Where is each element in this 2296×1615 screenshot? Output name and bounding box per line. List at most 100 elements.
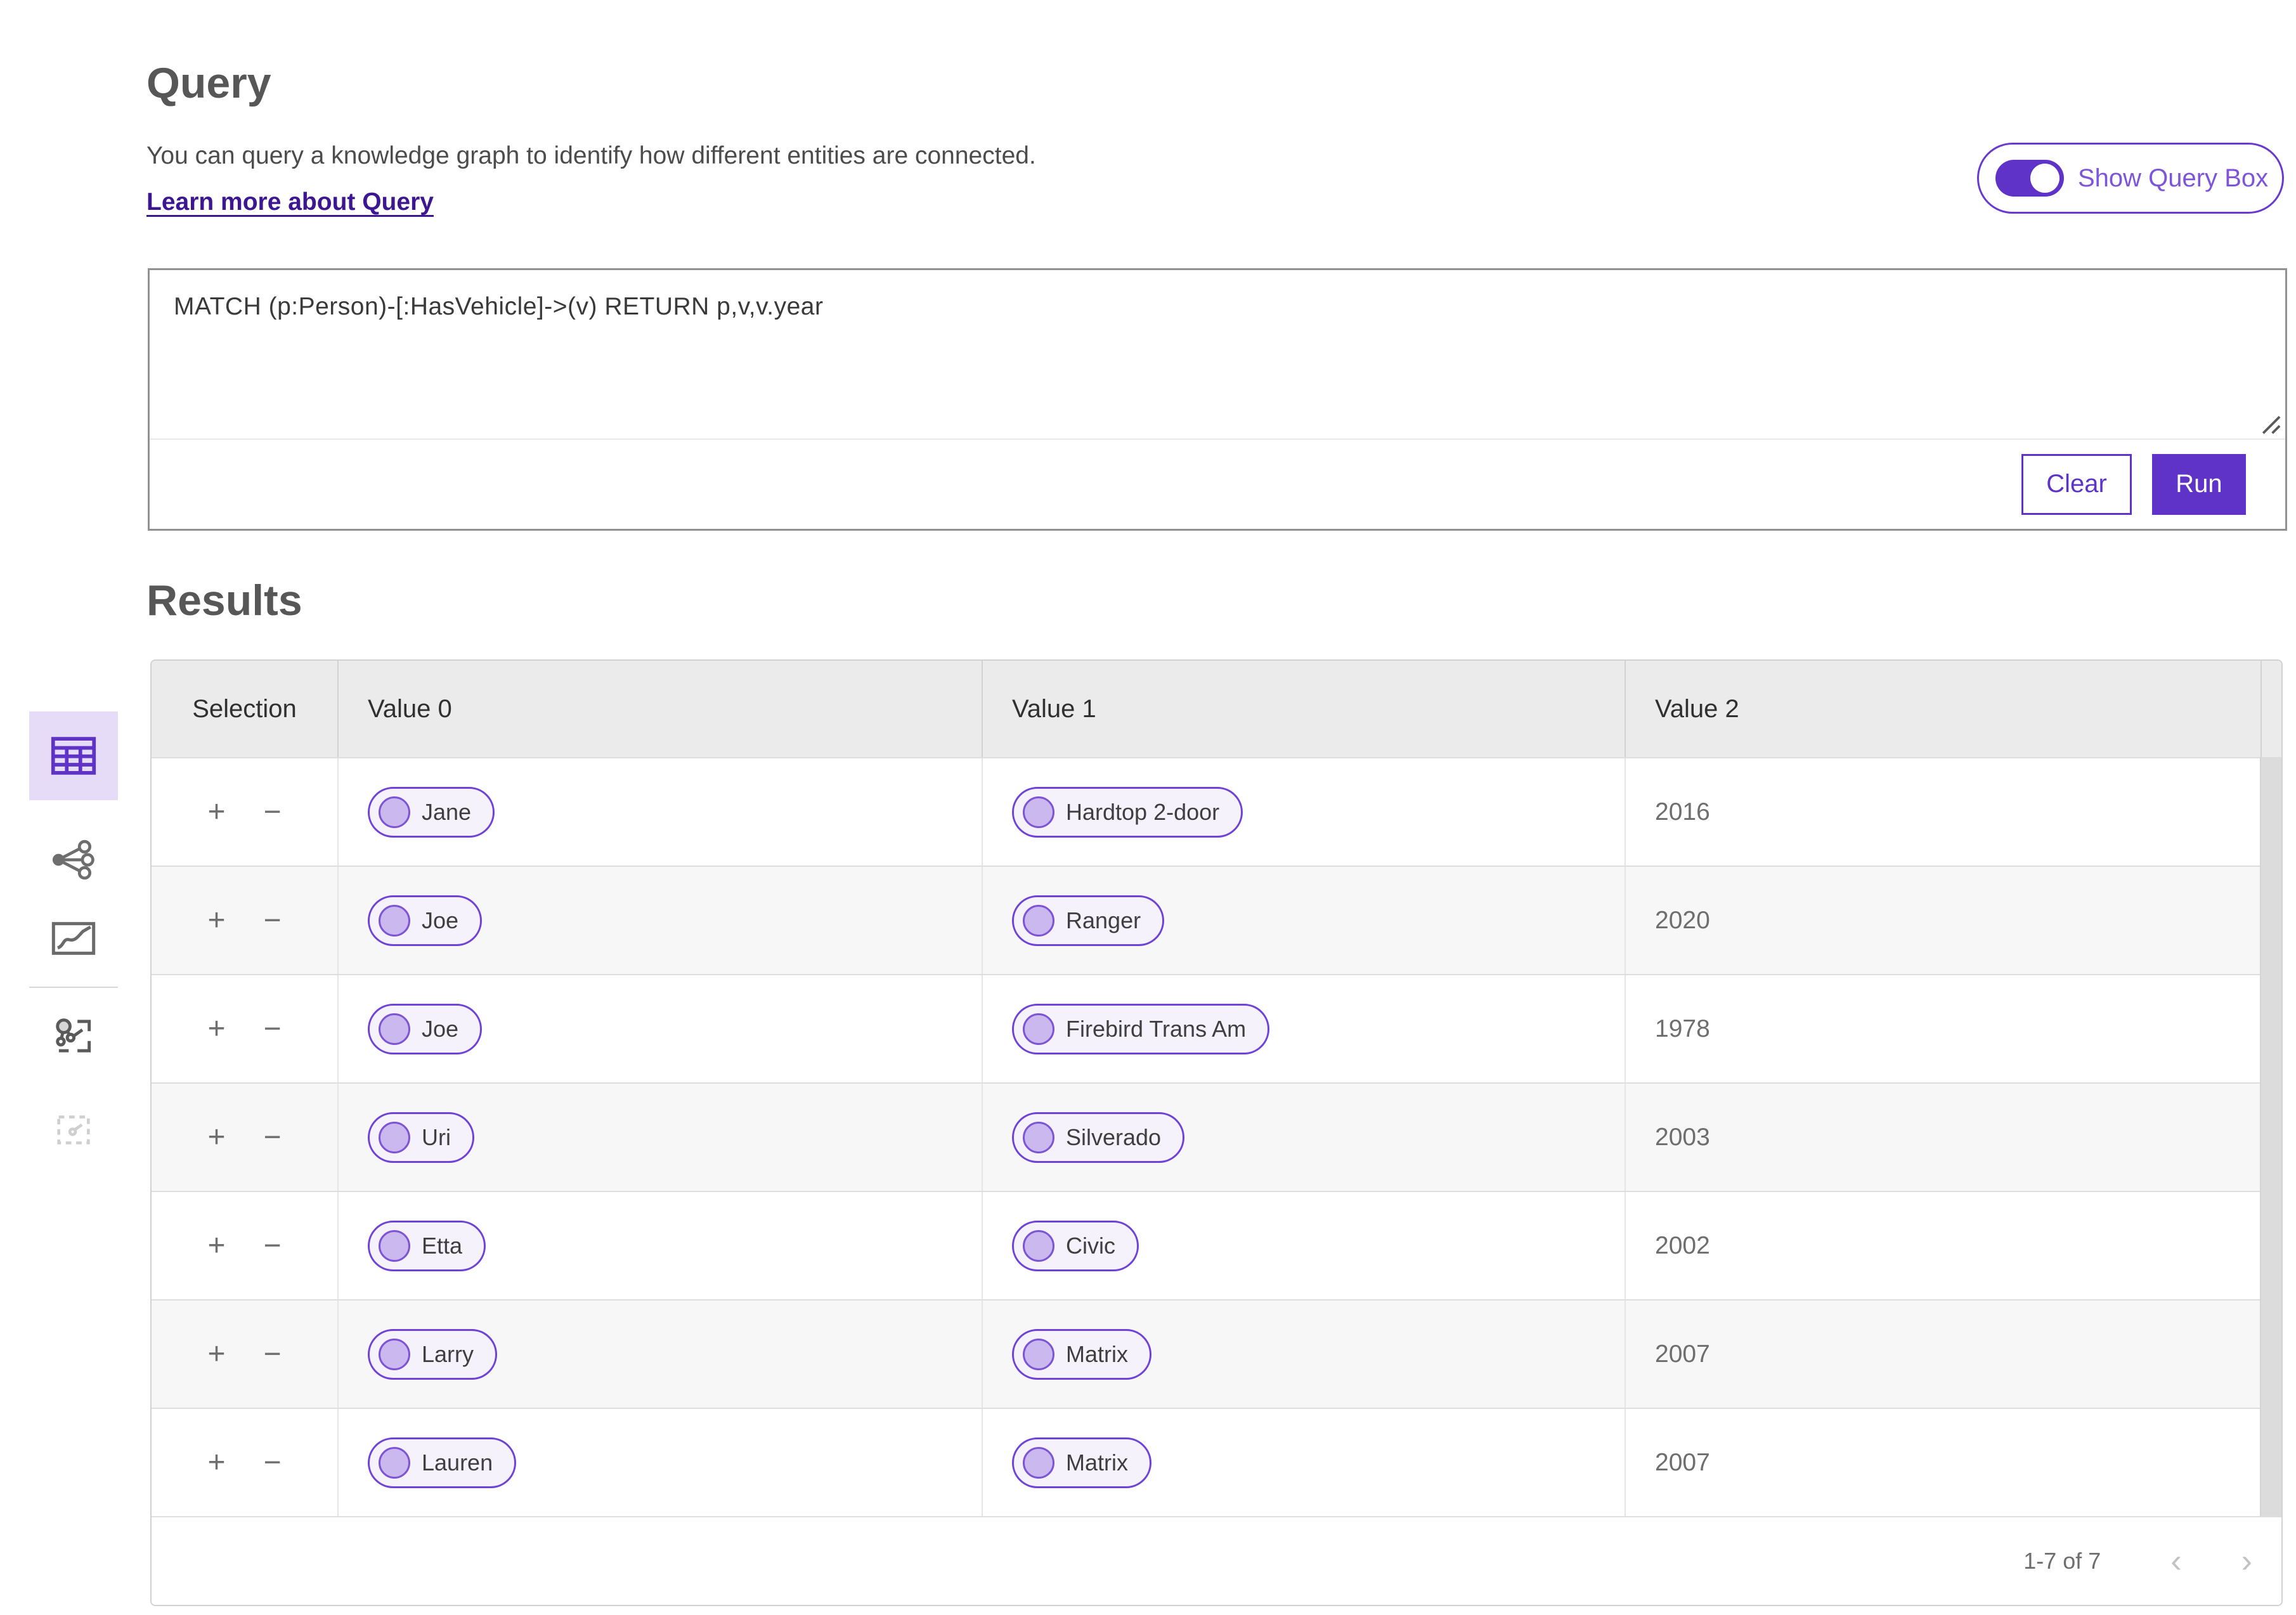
query-editor[interactable]: MATCH (p:Person)-[:HasVehicle]->(v) RETU…: [150, 270, 2285, 440]
year-value: 2007: [1655, 1340, 1710, 1368]
add-to-selection-button[interactable]: +: [202, 1011, 230, 1047]
remove-from-selection-button[interactable]: −: [259, 903, 287, 938]
entity-label: Hardtop 2-door: [1066, 798, 1220, 825]
query-page: Query You can query a knowledge graph to…: [0, 0, 2296, 1615]
entity-pill[interactable]: Hardtop 2-door: [1012, 786, 1243, 838]
node-icon: [379, 1446, 410, 1479]
learn-more-link[interactable]: Learn more about Query: [146, 188, 434, 216]
table-row: + − Etta Civic 2002: [152, 1191, 2281, 1299]
node-icon: [1023, 1338, 1054, 1370]
toggle-switch-icon[interactable]: [1995, 160, 2064, 197]
column-header-value0: Value 0: [337, 661, 982, 757]
value2-cell: 2002: [1625, 1192, 2260, 1299]
map-view-icon[interactable]: [29, 908, 118, 969]
value0-cell: Jane: [337, 758, 982, 866]
selection-cell: + −: [152, 1084, 337, 1191]
table-body: + − Jane Hardtop 2-door 2016 + − Joe Ran…: [152, 757, 2281, 1516]
remove-from-selection-button[interactable]: −: [259, 795, 287, 830]
entity-pill[interactable]: Etta: [368, 1220, 486, 1271]
entity-label: Firebird Trans Am: [1066, 1015, 1247, 1042]
selection-cell: + −: [152, 1300, 337, 1408]
add-to-selection-button[interactable]: +: [202, 1445, 230, 1481]
entity-pill[interactable]: Jane: [368, 786, 495, 838]
query-title: Query: [146, 59, 271, 107]
resize-handle-icon[interactable]: [2252, 406, 2281, 435]
table-footer: 1-7 of 7 ‹ ›: [152, 1516, 2281, 1605]
sidebar-divider: [29, 987, 118, 988]
toggle-label: Show Query Box: [2078, 164, 2269, 192]
table-row: + − Joe Firebird Trans Am 1978: [152, 974, 2281, 1082]
value2-cell: 2007: [1625, 1300, 2260, 1408]
entity-label: Matrix: [1066, 1449, 1128, 1476]
entity-label: Silverado: [1066, 1124, 1162, 1150]
vertical-scrollbar[interactable]: [2260, 757, 2281, 1516]
remove-from-selection-button[interactable]: −: [259, 1228, 287, 1264]
entity-pill[interactable]: Matrix: [1012, 1437, 1151, 1488]
year-value: 1978: [1655, 1015, 1710, 1042]
node-icon: [1023, 1121, 1054, 1153]
column-header-value1: Value 1: [982, 661, 1625, 757]
pagination-range: 1-7 of 7: [2023, 1548, 2101, 1574]
value0-cell: Joe: [337, 867, 982, 974]
add-to-selection-button[interactable]: +: [202, 1337, 230, 1372]
entity-label: Matrix: [1066, 1340, 1128, 1367]
value2-cell: 2003: [1625, 1084, 2260, 1191]
remove-from-selection-button[interactable]: −: [259, 1337, 287, 1372]
previous-page-icon[interactable]: ‹: [2164, 1545, 2188, 1578]
year-value: 2016: [1655, 798, 1710, 826]
entity-label: Jane: [422, 798, 472, 825]
column-header-selection: Selection: [192, 694, 297, 723]
entity-pill[interactable]: Joe: [368, 1003, 483, 1054]
entity-pill[interactable]: Larry: [368, 1328, 498, 1380]
entity-pill[interactable]: Lauren: [368, 1437, 517, 1488]
value2-cell: 2007: [1625, 1409, 2260, 1516]
entity-label: Larry: [422, 1340, 474, 1367]
clear-button[interactable]: Clear: [2021, 453, 2132, 515]
results-title: Results: [146, 576, 302, 625]
entity-pill[interactable]: Silverado: [1012, 1112, 1185, 1163]
entity-label: Uri: [422, 1124, 451, 1150]
value1-cell: Civic: [982, 1192, 1625, 1299]
node-icon: [379, 796, 410, 828]
table-row: + − Jane Hardtop 2-door 2016: [152, 757, 2281, 866]
year-value: 2020: [1655, 906, 1710, 934]
value1-cell: Firebird Trans Am: [982, 975, 1625, 1082]
query-text: MATCH (p:Person)-[:HasVehicle]->(v) RETU…: [174, 293, 824, 320]
remove-from-selection-button[interactable]: −: [259, 1011, 287, 1047]
add-to-selection-button[interactable]: +: [202, 795, 230, 830]
table-row: + − Lauren Matrix 2007: [152, 1408, 2281, 1516]
column-header-spacer: [2260, 661, 2281, 757]
year-value: 2007: [1655, 1448, 1710, 1476]
remove-from-selection-button[interactable]: −: [259, 1120, 287, 1155]
selection-cell: + −: [152, 758, 337, 866]
entity-pill[interactable]: Matrix: [1012, 1328, 1151, 1380]
show-query-box-toggle[interactable]: Show Query Box: [1977, 143, 2284, 214]
entity-pill[interactable]: Firebird Trans Am: [1012, 1003, 1270, 1054]
node-icon: [379, 1121, 410, 1153]
entity-pill[interactable]: Joe: [368, 895, 483, 946]
entity-pill[interactable]: Uri: [368, 1112, 474, 1163]
entity-label: Joe: [422, 1015, 459, 1042]
link-chart-view-icon[interactable]: [29, 829, 118, 890]
value1-cell: Matrix: [982, 1300, 1625, 1408]
table-view-icon[interactable]: [29, 711, 118, 800]
remove-from-selection-button[interactable]: −: [259, 1445, 287, 1481]
entity-pill[interactable]: Civic: [1012, 1220, 1139, 1271]
node-icon: [1023, 904, 1054, 937]
value0-cell: Uri: [337, 1084, 982, 1191]
add-to-selection-button[interactable]: +: [202, 1120, 230, 1155]
next-page-icon[interactable]: ›: [2235, 1545, 2259, 1578]
add-to-selection-button[interactable]: +: [202, 1228, 230, 1264]
query-actions: Clear Run: [150, 439, 2285, 529]
run-button[interactable]: Run: [2152, 453, 2246, 515]
add-to-link-chart-icon[interactable]: [29, 1006, 118, 1067]
node-icon: [379, 1013, 410, 1045]
table-row: + − Joe Ranger 2020: [152, 866, 2281, 974]
entity-label: Joe: [422, 907, 459, 933]
entity-label: Ranger: [1066, 907, 1141, 933]
value2-cell: 1978: [1625, 975, 2260, 1082]
selection-cell: + −: [152, 1192, 337, 1299]
add-to-selection-button[interactable]: +: [202, 903, 230, 938]
entity-label: Lauren: [422, 1449, 493, 1476]
entity-pill[interactable]: Ranger: [1012, 895, 1165, 946]
